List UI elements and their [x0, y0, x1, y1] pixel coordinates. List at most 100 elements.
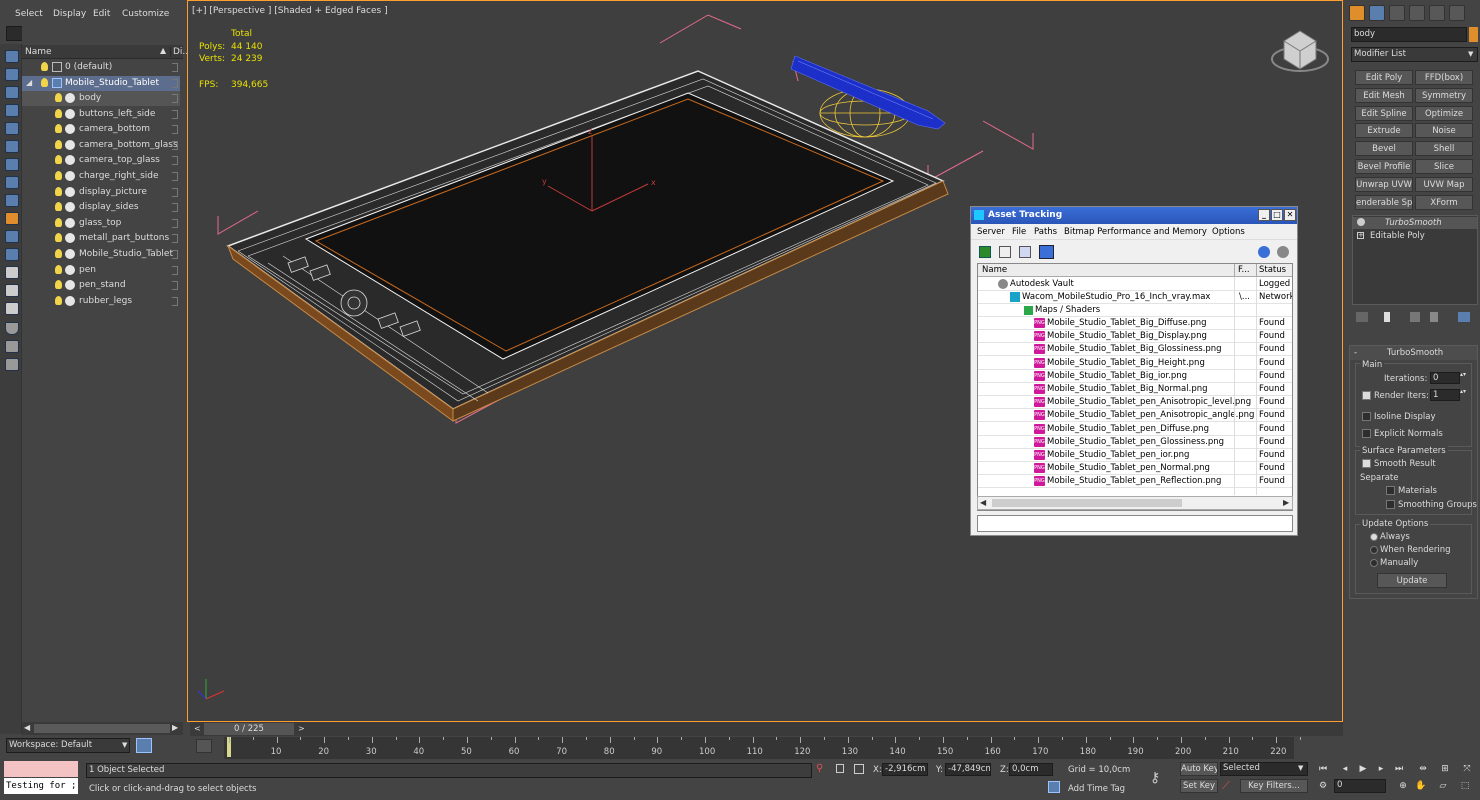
freeze-icon[interactable] — [172, 79, 178, 88]
go-to-end-icon[interactable]: ⏭ — [1392, 762, 1406, 776]
modifier-set-button[interactable]: Unwrap UVW — [1355, 176, 1413, 192]
set-key-button[interactable]: Set Key — [1180, 779, 1218, 793]
column-full-path-header[interactable]: F... — [1238, 265, 1250, 275]
light-bulb-icon[interactable] — [55, 202, 62, 212]
table-view-icon[interactable] — [1039, 245, 1054, 259]
asset-hscrollbar[interactable]: ◀ ▶ — [977, 496, 1293, 510]
modifier-set-button[interactable]: Bevel Profile — [1355, 159, 1413, 174]
tree-row-object[interactable]: camera_bottom_glass — [22, 138, 180, 153]
modifier-set-button[interactable]: Edit Poly — [1355, 70, 1413, 85]
asset-list[interactable]: Name F... Status Autodesk Vault Logged O… — [977, 263, 1293, 511]
menu-select[interactable]: Select — [15, 9, 43, 19]
freeze-icon[interactable] — [172, 218, 178, 228]
z-coordinate-field[interactable]: 0,0cm — [1009, 763, 1053, 776]
explicit-normals-checkbox[interactable] — [1362, 429, 1371, 438]
absolute-mode-icon[interactable] — [854, 764, 864, 774]
tree-row-object[interactable]: metall_part_buttons — [22, 231, 180, 246]
list-view-icon[interactable] — [999, 246, 1011, 258]
freeze-icon[interactable] — [172, 109, 178, 119]
prev-frame-icon[interactable]: < — [194, 724, 201, 733]
spinner-arrows-icon[interactable]: ▴▾ — [1460, 371, 1466, 378]
isoline-checkbox[interactable] — [1362, 412, 1371, 421]
scroll-right-icon[interactable]: ▶ — [1283, 498, 1289, 507]
asset-row-texture[interactable]: PNG Mobile_Studio_Tablet_pen_Anisotropic_… — [978, 409, 1292, 423]
minimize-button[interactable]: _ — [1258, 209, 1270, 221]
zoom-extents-icon[interactable]: ⊞ — [1438, 762, 1452, 776]
smoothing-groups-checkbox[interactable] — [1386, 500, 1395, 509]
freeze-icon[interactable] — [172, 140, 178, 150]
scroll-thumb[interactable] — [992, 499, 1182, 507]
freeze-icon[interactable] — [172, 250, 178, 259]
display-bones-icon[interactable] — [5, 248, 19, 261]
add-time-tag[interactable]: Add Time Tag — [1068, 784, 1125, 794]
chevron-down-icon[interactable]: ▼ — [1298, 764, 1303, 772]
scroll-left-icon[interactable]: ◀ — [980, 498, 986, 507]
modifier-stack[interactable]: TurboSmooth + Editable Poly — [1352, 215, 1478, 305]
asset-path-field[interactable] — [977, 515, 1293, 532]
set-key-icon[interactable]: ⟋ — [1222, 779, 1238, 793]
asset-row-texture[interactable]: PNG Mobile_Studio_Tablet_Big_Glossiness.p… — [978, 343, 1292, 357]
rollout-header[interactable]: - TurboSmooth — [1350, 346, 1477, 360]
bulb-icon[interactable] — [1357, 218, 1365, 226]
asset-row-texture[interactable]: PNG Mobile_Studio_Tablet_pen_Diffuse.png F… — [978, 423, 1292, 436]
display-frozen-icon[interactable] — [5, 284, 19, 297]
remove-modifier-icon[interactable] — [1430, 312, 1438, 322]
chevron-down-icon[interactable]: ▼ — [1468, 50, 1473, 58]
asset-row-texture[interactable]: PNG Mobile_Studio_Tablet_pen_ior.png Found — [978, 449, 1292, 462]
select-all-icon[interactable] — [5, 50, 19, 63]
modify-tab-icon[interactable] — [1369, 5, 1385, 21]
light-bulb-icon[interactable] — [55, 124, 62, 134]
freeze-icon[interactable] — [172, 94, 178, 103]
next-key-icon[interactable]: ▸ — [1374, 762, 1388, 776]
show-end-result-icon[interactable] — [1384, 312, 1390, 322]
display-hidden-icon[interactable] — [5, 302, 19, 315]
modifier-set-button[interactable]: enderable Splin — [1355, 194, 1413, 210]
field-of-view-icon[interactable]: ▱ — [1436, 779, 1450, 793]
menu-server[interactable]: Server — [977, 227, 1005, 237]
sort-icon[interactable]: ▲ — [160, 46, 166, 55]
modifier-set-button[interactable]: FFD(box) — [1415, 70, 1473, 85]
asset-row-vault[interactable]: Autodesk Vault Logged O — [978, 278, 1292, 291]
asset-row-texture[interactable]: PNG Mobile_Studio_Tablet_Big_Diffuse.png F… — [978, 317, 1292, 330]
maximize-button[interactable]: □ — [1271, 209, 1283, 221]
chevron-down-icon[interactable]: ▼ — [122, 741, 127, 749]
close-button[interactable]: ✕ — [1284, 209, 1296, 221]
utilities-tab-icon[interactable] — [1449, 5, 1465, 21]
light-bulb-icon[interactable] — [55, 171, 62, 180]
when-rendering-radio[interactable] — [1370, 546, 1378, 554]
tree-row-object[interactable]: charge_right_side — [22, 169, 180, 184]
time-slider[interactable]: < 0 / 225 > — [190, 722, 1343, 736]
light-bulb-icon[interactable] — [55, 233, 62, 243]
light-bulb-icon[interactable] — [41, 62, 48, 71]
key-set-dropdown[interactable]: Selected — [1220, 762, 1308, 776]
asset-row-texture[interactable]: PNG Mobile_Studio_Tablet_Big_ior.png Found — [978, 370, 1292, 383]
selection-lock-icon[interactable] — [836, 764, 844, 773]
tree-row-object[interactable]: body — [22, 91, 180, 106]
zoom-icon[interactable]: ⊕ — [1396, 779, 1410, 793]
modifier-set-button[interactable]: Edit Mesh — [1355, 87, 1413, 103]
create-tab-icon[interactable] — [1349, 5, 1365, 21]
tree-row-object[interactable]: pen_stand — [22, 278, 180, 293]
display-groups-icon[interactable] — [5, 212, 19, 225]
menu-file[interactable]: File — [1012, 227, 1026, 237]
render-iters-checkbox[interactable] — [1362, 391, 1371, 400]
key-mode-icon[interactable]: ⇹ — [1416, 762, 1430, 776]
modifier-set-button[interactable]: UVW Map — [1415, 176, 1473, 192]
rollout-collapse-icon[interactable]: - — [1354, 348, 1357, 358]
time-configuration-icon[interactable]: ⚙ — [1316, 779, 1330, 793]
light-bulb-icon[interactable] — [55, 249, 62, 258]
freeze-icon[interactable] — [172, 156, 178, 166]
asset-row-maps[interactable]: Maps / Shaders — [978, 304, 1292, 317]
tree-row-object[interactable]: display_sides — [22, 200, 180, 215]
menu-display[interactable]: Display — [53, 9, 86, 19]
current-frame-field[interactable]: 0 — [1334, 779, 1386, 793]
tree-row-object[interactable]: buttons_left_side — [22, 107, 180, 122]
configure-sets-icon[interactable] — [1458, 312, 1470, 322]
pin-stack-icon[interactable] — [1356, 312, 1368, 322]
tree-row-object[interactable]: display_picture — [22, 185, 180, 200]
layer-explorer-icon[interactable] — [136, 738, 152, 753]
tree-row-object[interactable]: camera_bottom — [22, 122, 180, 137]
maxscript-listener-pink[interactable] — [4, 761, 78, 777]
freeze-icon[interactable] — [172, 125, 178, 135]
stack-item-editable-poly[interactable]: + Editable Poly — [1353, 230, 1477, 242]
